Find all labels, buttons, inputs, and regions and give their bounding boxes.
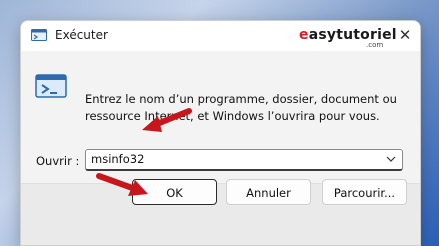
open-input[interactable] xyxy=(86,150,371,168)
chevron-down-icon[interactable] xyxy=(386,155,396,163)
close-icon: ✕ xyxy=(398,26,412,44)
browse-button[interactable]: Parcourir... xyxy=(322,179,407,205)
run-dialog: Exécuter easytutoriel .com ✕ Entrez le n… xyxy=(20,20,421,246)
run-program-icon xyxy=(35,74,67,98)
open-label: Ouvrir : xyxy=(36,154,80,168)
dialog-content: Entrez le nom d’un programme, dossier, d… xyxy=(21,51,420,183)
watermark-rest: asytutoriel xyxy=(308,27,397,43)
cancel-button[interactable]: Annuler xyxy=(226,179,311,205)
watermark-suffix: .com xyxy=(366,41,384,49)
run-dialog-icon xyxy=(31,29,47,41)
ok-button[interactable]: OK xyxy=(132,179,217,205)
open-combobox[interactable] xyxy=(85,149,403,171)
watermark-prefix: e xyxy=(299,27,309,43)
window-title: Exécuter xyxy=(55,28,108,42)
title-bar: Exécuter easytutoriel .com ✕ xyxy=(21,21,420,51)
close-button[interactable]: ✕ xyxy=(393,23,417,47)
description-text: Entrez le nom d’un programme, dossier, d… xyxy=(85,92,397,123)
